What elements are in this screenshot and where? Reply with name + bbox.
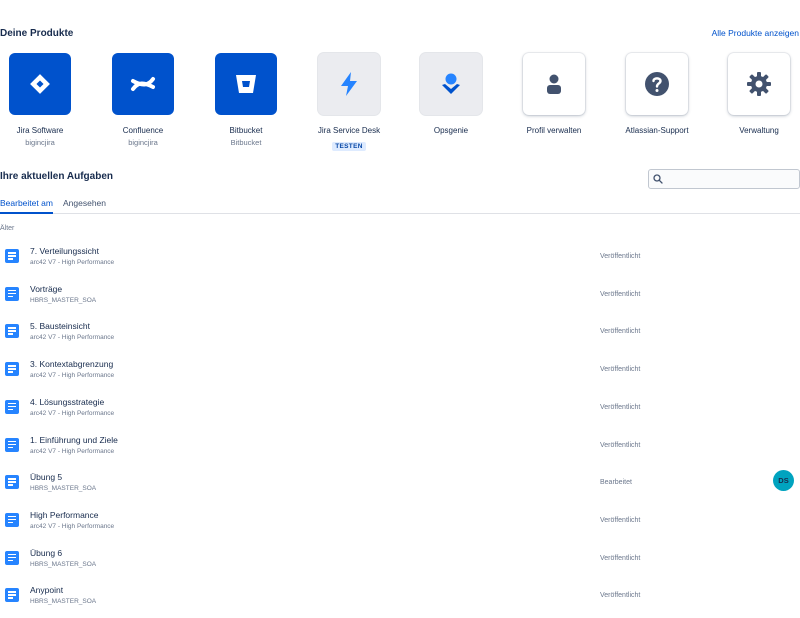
tasks-title: Ihre aktuellen Aufgaben bbox=[0, 171, 113, 182]
page-icon bbox=[5, 437, 19, 452]
help-icon bbox=[626, 53, 688, 115]
task-status: Veröffentlicht bbox=[600, 328, 641, 336]
task-title[interactable]: 3. Kontextabgrenzung bbox=[30, 359, 113, 369]
list-item[interactable]: Vorträge HBRS_MASTER_SOA Veröffentlicht bbox=[0, 276, 800, 313]
task-space: arc42 V7 - High Performance bbox=[30, 409, 115, 417]
task-title[interactable]: 7. Verteilungssicht bbox=[30, 246, 99, 256]
task-space: HBRS_MASTER_SOA bbox=[30, 598, 97, 606]
group-label-older: Älter bbox=[0, 225, 15, 232]
task-title[interactable]: Anypoint bbox=[30, 585, 63, 595]
task-title[interactable]: Übung 6 bbox=[30, 548, 62, 558]
product-name: Atlassian-Support bbox=[625, 126, 689, 135]
task-status: Veröffentlicht bbox=[600, 253, 641, 260]
task-status: Veröffentlicht bbox=[600, 554, 641, 562]
page-icon bbox=[5, 550, 19, 565]
search-input[interactable] bbox=[666, 171, 796, 187]
jira-service-desk-icon bbox=[318, 53, 380, 115]
confluence-icon bbox=[112, 53, 174, 115]
product-bitbucket[interactable]: Bitbucket Bitbucket bbox=[196, 53, 296, 147]
page-icon bbox=[5, 286, 19, 301]
product-name: Jira Software bbox=[16, 126, 64, 135]
task-title[interactable]: 4. Lösungsstrategie bbox=[30, 397, 104, 407]
task-title[interactable]: 5. Bausteinsicht bbox=[30, 321, 90, 331]
product-opsgenie[interactable]: Opsgenie bbox=[401, 53, 501, 135]
task-space: arc42 V7 - High Performance bbox=[30, 522, 115, 530]
task-status: Veröffentlicht bbox=[600, 441, 641, 449]
product-name: Jira Service Desk bbox=[317, 126, 381, 135]
task-status: Veröffentlicht bbox=[600, 403, 641, 411]
product-jira-service-desk[interactable]: Jira Service Desk TESTEN bbox=[299, 53, 399, 153]
page-icon bbox=[5, 475, 19, 490]
list-item[interactable]: High Performance arc42 V7 - High Perform… bbox=[0, 502, 800, 539]
product-jira-software[interactable]: Jira Software bigincjira bbox=[0, 53, 90, 147]
page-icon bbox=[5, 249, 19, 263]
user-profile-icon bbox=[523, 53, 585, 115]
trial-badge: TESTEN bbox=[332, 142, 366, 151]
product-site: Bitbucket bbox=[230, 138, 262, 147]
task-title[interactable]: Vorträge bbox=[30, 284, 62, 294]
search-icon bbox=[653, 174, 663, 184]
list-item[interactable]: Übung 6 HBRS_MASTER_SOA Veröffentlicht bbox=[0, 540, 800, 577]
task-tabs: Bearbeitet am Angesehen bbox=[0, 198, 800, 214]
page-icon bbox=[5, 362, 19, 377]
list-item[interactable]: Anypoint HBRS_MASTER_SOA Veröffentlicht bbox=[0, 577, 800, 614]
list-item[interactable]: 3. Kontextabgrenzung arc42 V7 - High Per… bbox=[0, 351, 800, 388]
list-item[interactable]: 7. Verteilungssicht arc42 V7 - High Perf… bbox=[0, 238, 800, 275]
opsgenie-icon bbox=[420, 53, 482, 115]
products-title: Deine Produkte bbox=[0, 28, 74, 39]
product-name: Confluence bbox=[122, 126, 164, 135]
task-status: Veröffentlicht bbox=[600, 290, 641, 298]
gear-icon bbox=[728, 53, 790, 115]
task-space: arc42 V7 - High Performance bbox=[30, 447, 115, 455]
product-confluence[interactable]: Confluence bigincjira bbox=[93, 53, 193, 147]
list-item[interactable]: Übung 5 HBRS_MASTER_SOA Bearbeitet DS bbox=[0, 464, 800, 501]
task-space: arc42 V7 - High Performance bbox=[30, 334, 115, 342]
bitbucket-icon bbox=[215, 53, 277, 115]
jira-software-icon bbox=[9, 53, 71, 115]
product-name: Profil verwalten bbox=[526, 126, 582, 135]
administration[interactable]: Verwaltung bbox=[709, 53, 800, 135]
list-item[interactable]: 5. Bausteinsicht arc42 V7 - High Perform… bbox=[0, 313, 800, 350]
page-icon bbox=[5, 512, 19, 527]
manage-profile[interactable]: Profil verwalten bbox=[504, 53, 604, 135]
product-name: Bitbucket bbox=[229, 126, 263, 135]
task-status: Bearbeitet bbox=[600, 479, 632, 487]
task-title[interactable]: High Performance bbox=[30, 510, 99, 520]
list-item[interactable]: 4. Lösungsstrategie arc42 V7 - High Perf… bbox=[0, 389, 800, 426]
product-name: Verwaltung bbox=[739, 126, 779, 135]
page-icon bbox=[5, 324, 19, 339]
avatar[interactable]: DS bbox=[773, 470, 794, 492]
list-item[interactable]: 1. Einführung und Ziele arc42 V7 - High … bbox=[0, 427, 800, 464]
task-space: HBRS_MASTER_SOA bbox=[30, 296, 97, 304]
task-title[interactable]: Übung 5 bbox=[30, 472, 62, 482]
product-site: bigincjira bbox=[128, 138, 158, 147]
task-space: HBRS_MASTER_SOA bbox=[30, 485, 97, 493]
product-name: Opsgenie bbox=[433, 126, 469, 135]
atlassian-support[interactable]: Atlassian-Support bbox=[607, 53, 707, 135]
task-status: Veröffentlicht bbox=[600, 592, 641, 600]
tab-viewed[interactable]: Angesehen bbox=[63, 198, 106, 212]
task-space: arc42 V7 - High Performance bbox=[30, 372, 115, 380]
task-status: Veröffentlicht bbox=[600, 366, 641, 374]
all-products-link[interactable]: Alle Produkte anzeigen bbox=[712, 28, 799, 38]
task-title[interactable]: 1. Einführung und Ziele bbox=[30, 435, 118, 445]
products-grid: Jira Software bigincjira Confluence bigi… bbox=[0, 53, 800, 153]
task-search[interactable] bbox=[648, 169, 800, 189]
tab-edited[interactable]: Bearbeitet am bbox=[0, 198, 53, 214]
product-site: bigincjira bbox=[25, 138, 55, 147]
task-status: Veröffentlicht bbox=[600, 516, 641, 524]
page-icon bbox=[5, 399, 19, 414]
page-icon bbox=[5, 588, 19, 603]
task-space: HBRS_MASTER_SOA bbox=[30, 560, 97, 568]
task-space: arc42 V7 - High Performance bbox=[30, 259, 115, 266]
